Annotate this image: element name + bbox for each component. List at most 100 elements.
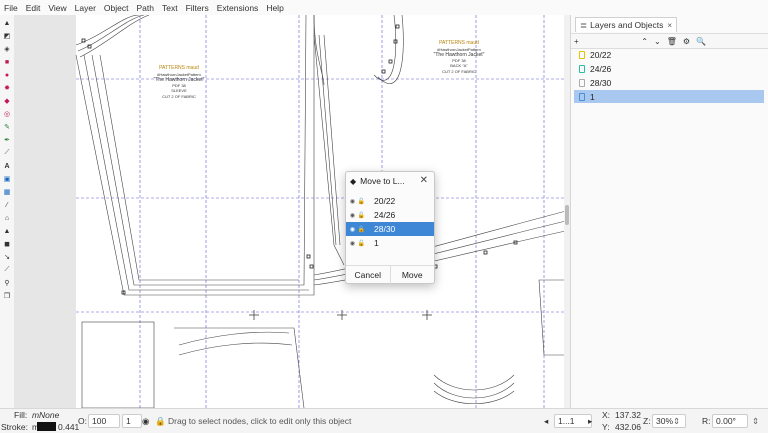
move-button[interactable]: Move <box>389 266 435 284</box>
status-bar: Fill: m None Stroke: m 0.441 O: 100 1 ◉ … <box>0 408 768 433</box>
search-icon[interactable]: 🔍 <box>693 37 709 46</box>
tweak-icon[interactable]: ◈ <box>2 44 12 54</box>
layer-label: 20/22 <box>374 196 396 206</box>
layer-label: 28/30 <box>590 77 612 88</box>
opacity-input[interactable]: 100 <box>88 414 120 428</box>
layers-panel: ≣ Layers and Objects × + ⌃ ⌄ 🗑 ⚙ 🔍 20/22… <box>570 15 768 408</box>
stroke-width[interactable]: 0.441 <box>58 422 79 432</box>
layer-label: 20/22 <box>590 49 612 60</box>
dialog-titlebar: ◆ Move to L... ✕ <box>346 172 434 190</box>
gradient-icon[interactable]: ▣ <box>2 174 12 184</box>
page-selector[interactable]: 1...1 <box>554 414 592 428</box>
rect-icon[interactable]: ■ <box>2 57 12 67</box>
layer-selector[interactable]: 1 <box>122 414 142 428</box>
back-label: PATTERNS maud #HawthornJacketPattern "Th… <box>424 40 494 74</box>
layer-label: 28/30 <box>374 224 396 234</box>
lock-icon: 🔓 <box>357 198 366 205</box>
lower-icon[interactable]: ⌄ <box>651 37 664 46</box>
zoom-label: Z: <box>643 416 651 426</box>
spray-icon[interactable]: ▲ <box>2 226 12 236</box>
eye-icon: ◉ <box>349 198 356 205</box>
rotation-input[interactable]: 0.00° <box>712 414 748 428</box>
menu-path[interactable]: Path <box>132 3 158 13</box>
lock-icon[interactable]: 🔒 <box>155 416 166 427</box>
zoom-input[interactable]: 30% <box>652 414 686 428</box>
page-nav: 1...1 <box>558 416 575 426</box>
cancel-button[interactable]: Cancel <box>346 266 390 284</box>
node-icon[interactable]: ◩ <box>2 31 12 41</box>
eye-icon: ◉ <box>349 226 356 233</box>
opacity-label: O: <box>78 416 87 426</box>
pencil-icon[interactable]: ✎ <box>2 122 12 132</box>
list-item[interactable]: ◉ 🔓 1 <box>346 236 434 250</box>
settings-icon[interactable]: ⚙ <box>680 37 693 46</box>
fill-none[interactable]: None <box>39 410 59 420</box>
menu-extensions[interactable]: Extensions <box>213 3 263 13</box>
rotation-spin-icon[interactable]: ⇕ <box>752 416 759 427</box>
star-icon[interactable]: ✸ <box>2 83 12 93</box>
add-layer-icon[interactable]: + <box>571 37 582 46</box>
menu-object[interactable]: Object <box>100 3 133 13</box>
menu-text[interactable]: Text <box>158 3 182 13</box>
close-icon[interactable]: × <box>667 21 672 30</box>
layer-item[interactable]: 24/26 <box>574 62 764 75</box>
menu-filters[interactable]: Filters <box>182 3 213 13</box>
menu-file[interactable]: File <box>0 3 22 13</box>
menu-view[interactable]: View <box>44 3 70 13</box>
prev-page-icon[interactable]: ◂ <box>544 416 548 427</box>
layer-item[interactable]: 20/22 <box>574 48 764 61</box>
box3d-icon[interactable]: ◆ <box>2 96 12 106</box>
pen-icon[interactable]: ✒ <box>2 135 12 145</box>
stroke-swatch[interactable] <box>37 422 56 431</box>
canvas[interactable]: PATTERNS maud #HawthornJacketPattern "Th… <box>14 15 570 408</box>
layer-color-icon <box>579 78 585 87</box>
eraser-icon[interactable]: ◼ <box>2 239 12 249</box>
list-item[interactable]: ◉ 🔓 24/26 <box>346 208 434 222</box>
list-item[interactable]: ◉ 🔓 28/30 <box>346 222 434 236</box>
rotation-label: R: <box>702 416 711 426</box>
y-value: 432.06 <box>615 422 641 432</box>
raise-icon[interactable]: ⌃ <box>638 37 651 46</box>
zoom-spin-icon[interactable]: ⇕ <box>673 416 680 427</box>
mesh-icon[interactable]: ▦ <box>2 187 12 197</box>
menu-help[interactable]: Help <box>262 3 287 13</box>
layer-item[interactable]: 28/30 <box>574 76 764 89</box>
dialog-buttons: Cancel Move <box>346 265 434 284</box>
delete-icon[interactable]: 🗑 <box>664 37 680 46</box>
menu-edit[interactable]: Edit <box>22 3 45 13</box>
tab-layers-objects[interactable]: ≣ Layers and Objects × <box>575 17 678 32</box>
eye-icon: ◉ <box>349 240 356 247</box>
close-icon[interactable]: ✕ <box>420 175 428 186</box>
status-message: Drag to select nodes, click to edit only… <box>168 416 352 426</box>
menu-layer[interactable]: Layer <box>71 3 100 13</box>
text-icon[interactable]: A <box>2 161 12 171</box>
next-page-icon[interactable]: ▸ <box>588 416 592 427</box>
pointer-icon[interactable]: ▲ <box>2 18 12 28</box>
stroke-label: Stroke: <box>1 422 28 432</box>
paint-bucket-icon[interactable]: ⌂ <box>2 213 12 223</box>
eye-icon[interactable]: ◉ <box>142 416 149 427</box>
zoom-icon[interactable]: ⚲ <box>2 278 12 288</box>
dropper-icon[interactable]: ⁄ <box>2 200 12 210</box>
cut-instructions: CUT 2 OF FABRIC <box>162 93 196 99</box>
fill-label: Fill: <box>14 410 28 420</box>
panel-toolbar: + ⌃ ⌄ 🗑 ⚙ 🔍 <box>571 33 768 49</box>
x-label: X: <box>602 410 611 420</box>
list-item[interactable]: ◉ 🔓 20/22 <box>346 194 434 208</box>
measure-icon[interactable]: ⟋ <box>2 265 12 275</box>
layer-item[interactable]: 1 <box>574 90 764 103</box>
circle-icon[interactable]: ● <box>2 70 12 80</box>
toolbox: ▲ ◩ ◈ ■ ● ✸ ◆ ◎ ✎ ✒ ⟋ A ▣ ▦ ⁄ ⌂ ▲ ◼ ↘ ⟋ … <box>0 15 15 408</box>
calligraphy-icon[interactable]: ⟋ <box>2 148 12 158</box>
layer-color-icon <box>579 92 585 101</box>
layer-list: ◉ 🔓 20/22 ◉ 🔓 24/26 ◉ 🔓 28/30 ◉ 🔓 1 <box>346 194 434 250</box>
connector-icon[interactable]: ↘ <box>2 252 12 262</box>
menu-bar: File Edit View Layer Object Path Text Fi… <box>0 0 768 15</box>
scroll-thumb[interactable] <box>565 205 569 225</box>
y-label: Y: <box>602 422 610 432</box>
pages-icon[interactable]: ❐ <box>2 291 12 301</box>
lock-icon: 🔓 <box>357 212 366 219</box>
spiral-icon[interactable]: ◎ <box>2 109 12 119</box>
layer-label: 24/26 <box>590 63 612 74</box>
sleeve-label: PATTERNS maud #HawthornJacketPattern "Th… <box>144 65 214 99</box>
